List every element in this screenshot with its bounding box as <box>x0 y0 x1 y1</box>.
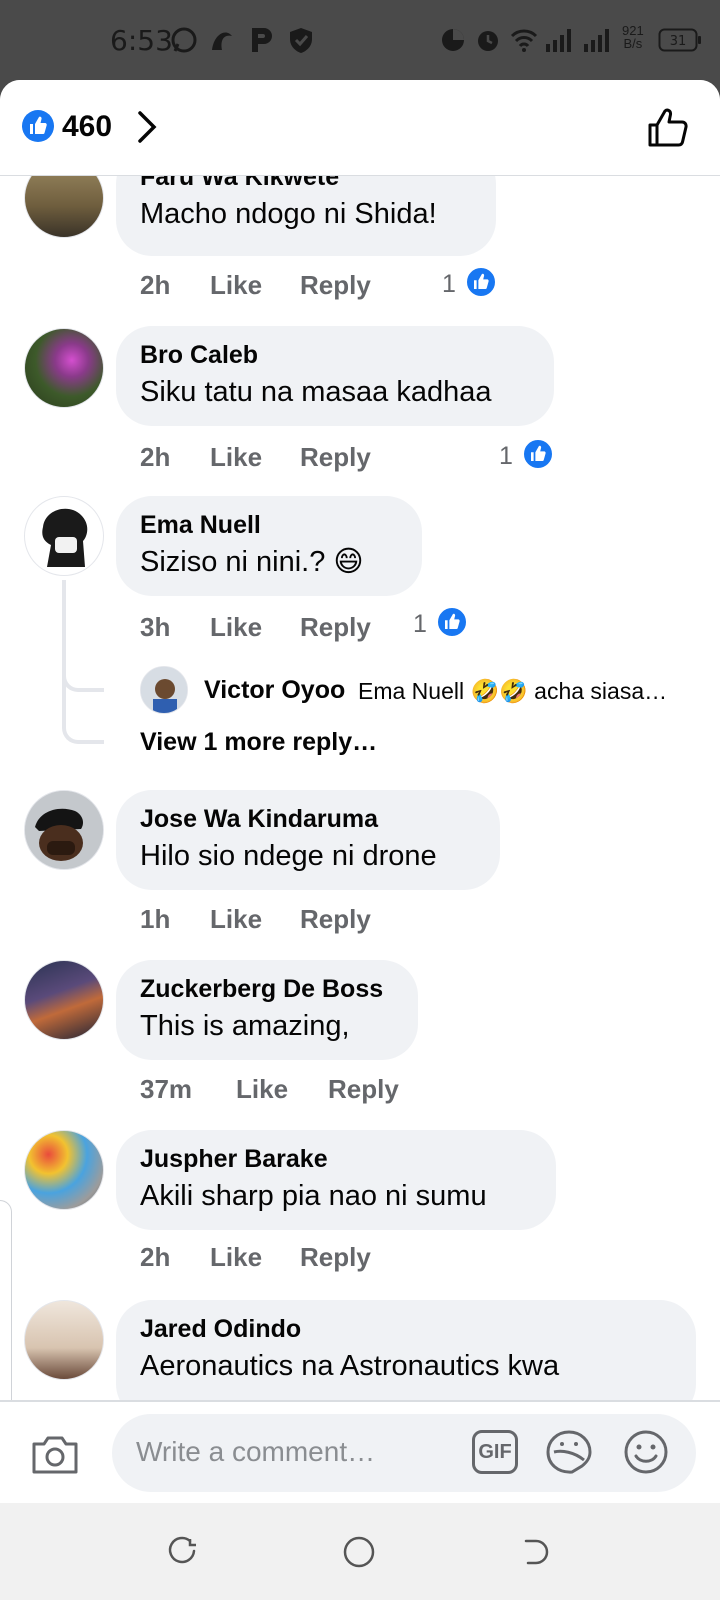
like-link[interactable]: Like <box>210 904 262 935</box>
comment-text: Siziso ni nini.? 😄 <box>140 546 364 578</box>
like-link[interactable]: Like <box>210 1242 262 1273</box>
comment-time[interactable]: 2h <box>140 442 170 473</box>
reply-link[interactable]: Reply <box>300 612 371 643</box>
chevron-right-icon[interactable] <box>136 110 158 144</box>
shield-icon <box>290 28 312 53</box>
gif-button[interactable]: GIF <box>472 1430 518 1474</box>
signal-icon <box>584 29 609 52</box>
reply-link[interactable]: Reply <box>300 442 371 473</box>
comment-time[interactable]: 37m <box>140 1074 192 1105</box>
comment-text: Aeronautics na Astronautics kwa <box>140 1350 560 1382</box>
comment-author[interactable]: Ema Nuell <box>140 510 398 540</box>
comment-author[interactable]: Jose Wa Kindaruma <box>140 804 476 834</box>
sticker-icon[interactable] <box>544 1428 594 1476</box>
like-reaction-icon <box>522 438 554 470</box>
comment-text: Akili sharp pia nao ni sumu <box>140 1180 487 1212</box>
comment-author[interactable]: Zuckerberg De Boss <box>140 974 394 1004</box>
reactions-header[interactable]: 460 <box>0 80 720 176</box>
home-icon[interactable] <box>342 1535 376 1569</box>
comment-bubble[interactable]: Jared Odindo Aeronautics na Astronautics… <box>116 1300 696 1400</box>
like-reaction-icon <box>465 266 497 298</box>
comment-input[interactable]: Write a comment… GIF <box>112 1414 696 1492</box>
pronto-icon <box>212 32 232 50</box>
view-more-replies-link[interactable]: View 1 more reply… <box>140 728 377 757</box>
p-app-icon <box>252 28 272 52</box>
thread-connector <box>62 688 104 744</box>
reply-author[interactable]: Victor Oyoo <box>204 676 345 705</box>
avatar[interactable] <box>24 496 104 576</box>
alarm-icon <box>478 31 498 51</box>
status-time: 6:53 <box>110 24 173 57</box>
recent-apps-icon[interactable] <box>166 1535 198 1567</box>
comment-time[interactable]: 3h <box>140 612 170 643</box>
avatar[interactable] <box>140 666 188 714</box>
comment-bubble[interactable]: Bro Caleb Siku tatu na masaa kadhaa <box>116 326 554 426</box>
comment-bubble[interactable]: Zuckerberg De Boss This is amazing, <box>116 960 418 1060</box>
like-button-icon[interactable] <box>646 106 690 150</box>
avatar[interactable] <box>24 1130 104 1210</box>
reply-link[interactable]: Reply <box>300 1242 371 1273</box>
comment-placeholder: Write a comment… <box>136 1436 376 1467</box>
status-bar: 6:53 921 B/s 31 <box>0 0 720 80</box>
like-count: 460 <box>62 110 113 143</box>
avatar[interactable] <box>24 328 104 408</box>
comment-bubble[interactable]: Ema Nuell Siziso ni nini.? 😄 <box>116 496 422 596</box>
comment-author[interactable]: Bro Caleb <box>140 340 530 370</box>
camera-icon[interactable] <box>30 1432 80 1476</box>
reaction-count[interactable]: 1 <box>499 442 513 471</box>
avatar[interactable] <box>24 960 104 1040</box>
comment-composer: Write a comment… GIF <box>0 1400 720 1503</box>
comment-text: This is amazing, <box>140 1010 350 1042</box>
reaction-count[interactable]: 1 <box>442 270 456 299</box>
comment-bubble[interactable]: Jose Wa Kindaruma Hilo sio ndege ni dron… <box>116 790 500 890</box>
comment-text: Hilo sio ndege ni drone <box>140 840 437 872</box>
back-icon[interactable] <box>520 1535 552 1567</box>
comment-time[interactable]: 1h <box>140 904 170 935</box>
data-saver-icon <box>442 29 464 51</box>
svg-text:31: 31 <box>670 34 687 49</box>
wifi-icon <box>510 29 538 52</box>
reply-text: Ema Nuell 🤣🤣 acha siasa… <box>358 678 668 704</box>
comment-author[interactable]: Jared Odindo <box>140 1314 672 1344</box>
like-link[interactable]: Like <box>236 1074 288 1105</box>
comment-bubble[interactable]: Juspher Barake Akili sharp pia nao ni su… <box>116 1130 556 1230</box>
like-reaction-icon <box>22 110 54 142</box>
comments-list: Faru Wa Kikwete Macho ndogo ni Shida! 2h… <box>0 80 720 1400</box>
reply-link[interactable]: Reply <box>328 1074 399 1105</box>
comment-text: Siku tatu na masaa kadhaa <box>140 376 492 408</box>
signal-icon <box>546 29 571 52</box>
like-link[interactable]: Like <box>210 270 262 301</box>
emoji-icon[interactable] <box>622 1428 670 1476</box>
reaction-count[interactable]: 1 <box>413 610 427 639</box>
reply-link[interactable]: Reply <box>300 270 371 301</box>
comment-author[interactable]: Juspher Barake <box>140 1144 532 1174</box>
reply-link[interactable]: Reply <box>300 904 371 935</box>
avatar[interactable] <box>24 790 104 870</box>
side-panel-edge[interactable] <box>0 1200 12 1400</box>
comment-time[interactable]: 2h <box>140 270 170 301</box>
comments-sheet: 460 Faru Wa Kikwete Macho ndogo ni Shida… <box>0 80 720 1503</box>
avatar[interactable] <box>24 1300 104 1380</box>
whatsapp-icon <box>171 27 197 53</box>
comment-time[interactable]: 2h <box>140 1242 170 1273</box>
network-speed: 921 B/s <box>622 23 644 51</box>
like-reaction-icon <box>436 606 468 638</box>
battery-icon: 31 <box>658 28 701 52</box>
like-link[interactable]: Like <box>210 612 262 643</box>
system-nav-bar <box>0 1503 720 1600</box>
like-link[interactable]: Like <box>210 442 262 473</box>
comment-text: Macho ndogo ni Shida! <box>140 198 437 230</box>
